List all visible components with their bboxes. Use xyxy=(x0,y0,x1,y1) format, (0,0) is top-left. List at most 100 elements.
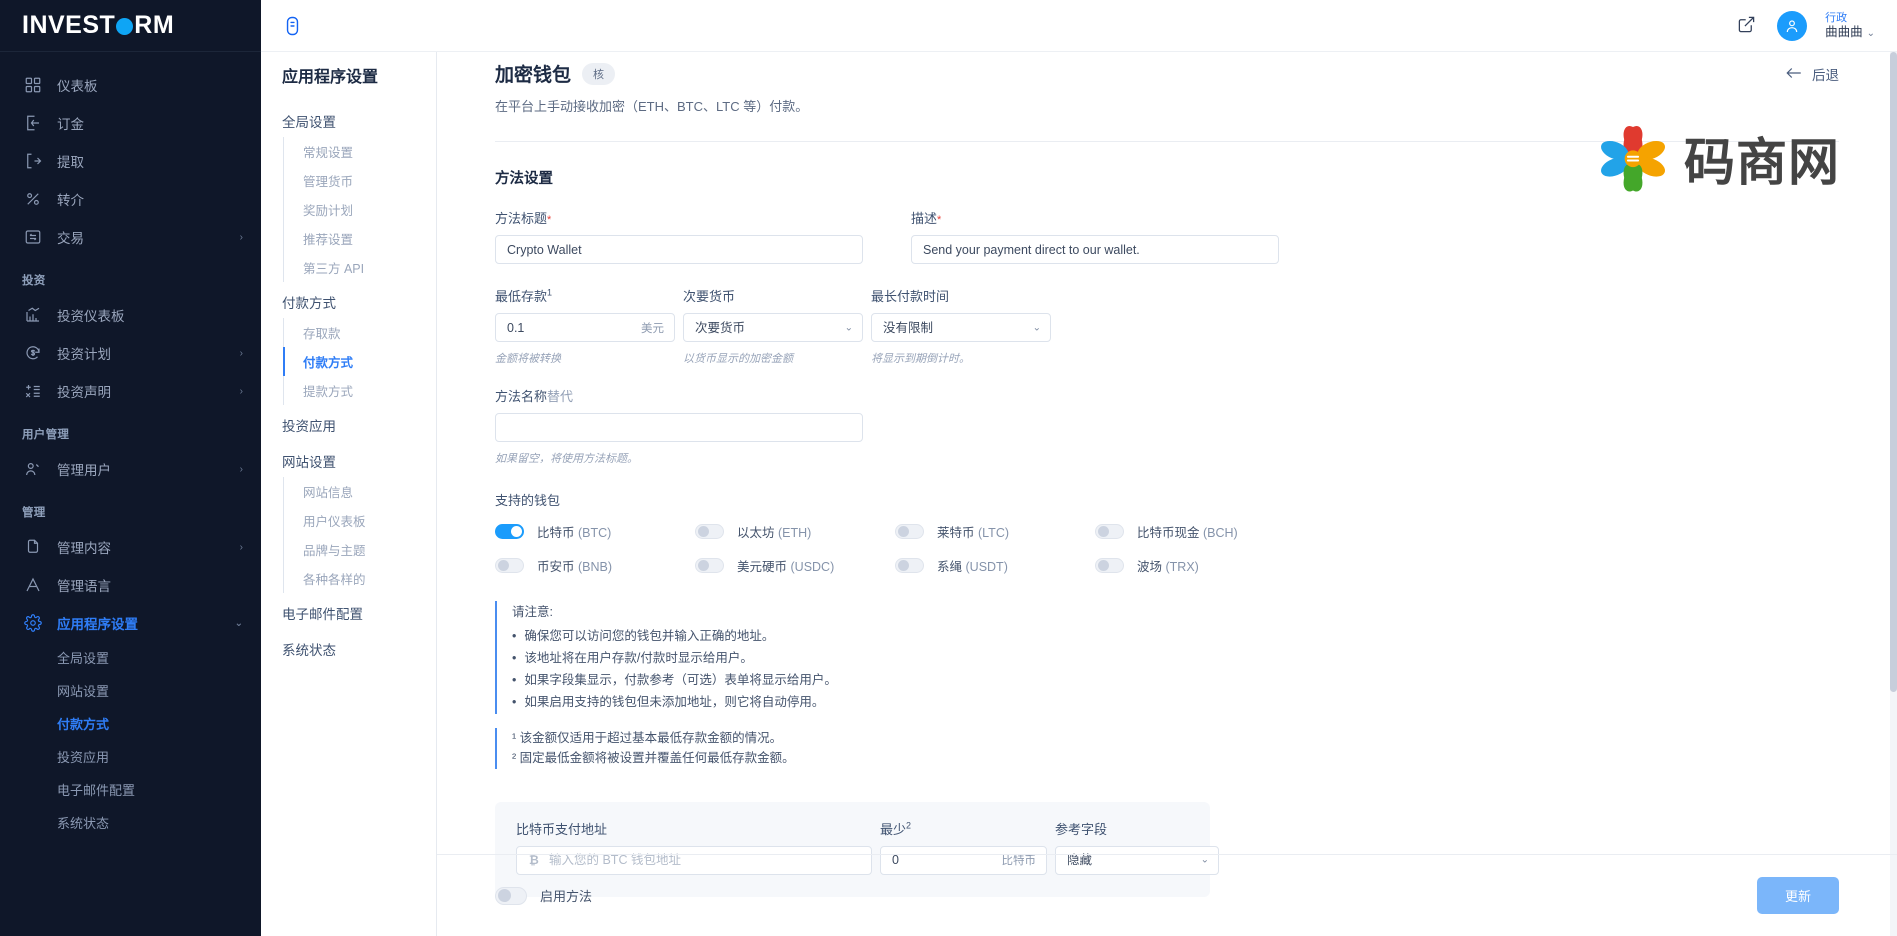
withdraw-icon xyxy=(22,150,44,172)
settings-link-misc[interactable]: 各种各样的 xyxy=(284,564,436,593)
wallet-toggle-ltc[interactable]: 莱特币 (LTC) xyxy=(895,522,1095,541)
sidebar-item-deposit[interactable]: 订金 xyxy=(0,104,261,142)
update-button[interactable]: 更新 xyxy=(1757,877,1839,914)
field-label: 最长付款时间 xyxy=(871,286,1051,305)
external-link-icon[interactable] xyxy=(1737,15,1759,37)
notice-list: 确保您可以访问您的钱包并输入正确的地址。 该地址将在用户存款/付款时显示给用户。… xyxy=(512,626,1839,714)
sidebar-item-app-settings[interactable]: 应用程序设置 ⌄ xyxy=(0,604,261,642)
sidebar-item-label: 应用程序设置 xyxy=(57,613,235,633)
sidebar-item-invest-plan[interactable]: 投资计划 › xyxy=(0,334,261,372)
settings-section-payment[interactable]: 付款方式 xyxy=(261,282,436,318)
settings-link-currencies[interactable]: 管理货币 xyxy=(284,166,436,195)
sidebar-subitem-site-settings[interactable]: 网站设置 xyxy=(0,675,261,708)
settings-link-payment-methods[interactable]: 付款方式 xyxy=(284,347,436,376)
settings-nav-panel: 应用程序设置 全局设置 常规设置 管理货币 奖励计划 推荐设置 第三方 API … xyxy=(261,0,437,936)
brand-text-after: RM xyxy=(134,11,174,40)
wallet-toggle-usdt[interactable]: 系绳 (USDT) xyxy=(895,556,1095,575)
toggle-knob xyxy=(898,560,909,571)
settings-link-deposit-withdraw[interactable]: 存取款 xyxy=(284,318,436,347)
sidebar-nav: 仪表板 订金 提取 转介 交易 › 投资 投资仪表 xyxy=(0,52,261,840)
settings-link-brand-theme[interactable]: 品牌与主题 xyxy=(284,535,436,564)
wallet-label: 比特币现金 (BCH) xyxy=(1137,522,1238,541)
required-marker: * xyxy=(937,214,941,226)
toggle-knob xyxy=(511,526,522,537)
settings-link-withdraw-methods[interactable]: 提款方式 xyxy=(284,376,436,405)
sidebar-item-invest-dashboard[interactable]: 投资仪表板 xyxy=(0,296,261,334)
toggle-knob xyxy=(1098,526,1109,537)
chevron-right-icon: › xyxy=(240,542,243,553)
toggle-switch[interactable] xyxy=(695,524,724,539)
settings-section-system-status[interactable]: 系统状态 xyxy=(261,629,436,665)
method-title-input[interactable] xyxy=(495,235,863,264)
sidebar-item-manage-users[interactable]: 管理用户 › xyxy=(0,450,261,488)
toggle-switch[interactable] xyxy=(495,887,527,905)
settings-sublist-global: 常规设置 管理货币 奖励计划 推荐设置 第三方 API xyxy=(283,137,436,282)
sidebar-group-manage: 管理 xyxy=(0,488,261,528)
settings-link-bonus-plan[interactable]: 奖励计划 xyxy=(284,195,436,224)
sidebar-subitem-payment-methods[interactable]: 付款方式 xyxy=(0,708,261,741)
back-button[interactable]: 后退 xyxy=(1785,60,1839,84)
wallet-toggle-eth[interactable]: 以太坊 (ETH) xyxy=(695,522,895,541)
wallet-toggle-btc[interactable]: 比特币 (BTC) xyxy=(495,522,695,541)
method-alt-name-input[interactable] xyxy=(495,413,863,442)
min-deposit-hint: 金额将被转换 xyxy=(495,350,675,366)
settings-section-global[interactable]: 全局设置 xyxy=(261,101,436,137)
avatar[interactable] xyxy=(1777,11,1807,41)
sidebar-item-exchange[interactable]: 交易 › xyxy=(0,218,261,256)
chevron-down-icon: ⌄ xyxy=(1867,28,1875,39)
settings-section-email-config[interactable]: 电子邮件配置 xyxy=(261,593,436,629)
description-input[interactable] xyxy=(911,235,1279,264)
form-row-1: 方法标题* 描述* xyxy=(495,208,1839,264)
enable-method-row[interactable]: 启用方法 xyxy=(495,886,592,905)
settings-link-general[interactable]: 常规设置 xyxy=(284,137,436,166)
max-pay-time-hint: 将显示到期倒计时。 xyxy=(871,350,1051,366)
panel-toggle-icon[interactable] xyxy=(279,13,305,39)
toggle-switch[interactable] xyxy=(695,558,724,573)
wallet-toggle-bnb[interactable]: 币安币 (BNB) xyxy=(495,556,695,575)
secondary-currency-select[interactable]: 次要货币 xyxy=(683,313,863,342)
toggle-switch[interactable] xyxy=(1095,558,1124,573)
toggle-switch[interactable] xyxy=(1095,524,1124,539)
scrollbar-thumb[interactable] xyxy=(1890,52,1897,692)
sidebar-subitem-system-status[interactable]: 系统状态 xyxy=(0,807,261,840)
settings-section-site[interactable]: 网站设置 xyxy=(261,441,436,477)
field-max-pay-time: 最长付款时间 没有限制 ⌄ 将显示到期倒计时。 xyxy=(871,286,1051,366)
toggle-knob xyxy=(498,560,509,571)
toggle-knob xyxy=(698,560,709,571)
chevron-down-icon: ⌄ xyxy=(235,618,243,629)
sidebar-subitem-invest-app[interactable]: 投资应用 xyxy=(0,741,261,774)
toggle-knob xyxy=(698,526,709,537)
wallet-label: 币安币 (BNB) xyxy=(537,556,612,575)
wallet-toggle-bch[interactable]: 比特币现金 (BCH) xyxy=(1095,522,1295,541)
min-deposit-input[interactable] xyxy=(495,313,675,342)
footnote-marker: 2 xyxy=(906,820,911,830)
max-pay-time-select[interactable]: 没有限制 xyxy=(871,313,1051,342)
sidebar-subitem-email-config[interactable]: 电子邮件配置 xyxy=(0,774,261,807)
toggle-switch[interactable] xyxy=(895,558,924,573)
wallet-toggle-usdc[interactable]: 美元硬币 (USDC) xyxy=(695,556,895,575)
settings-link-site-info[interactable]: 网站信息 xyxy=(284,477,436,506)
toggle-switch[interactable] xyxy=(495,524,524,539)
sidebar-item-invest-statement[interactable]: 投资声明 › xyxy=(0,372,261,410)
sidebar-item-manage-content[interactable]: 管理内容 › xyxy=(0,528,261,566)
sidebar-item-referral[interactable]: 转介 xyxy=(0,180,261,218)
toggle-switch[interactable] xyxy=(495,558,524,573)
settings-sublist-payment: 存取款 付款方式 提款方式 xyxy=(283,318,436,405)
supported-wallets-label: 支持的钱包 xyxy=(495,490,1839,509)
user-menu[interactable]: 行政 曲曲曲⌄ xyxy=(1825,12,1875,39)
brand-logo[interactable]: INVESTRM xyxy=(0,0,261,52)
settings-link-user-dashboard[interactable]: 用户仪表板 xyxy=(284,506,436,535)
sidebar-item-manage-language[interactable]: 管理语言 xyxy=(0,566,261,604)
settings-link-referral[interactable]: 推荐设置 xyxy=(284,224,436,253)
wallet-toggle-trx[interactable]: 波场 (TRX) xyxy=(1095,556,1295,575)
field-label-suffix: 替代 xyxy=(547,389,573,404)
settings-section-invest-app[interactable]: 投资应用 xyxy=(261,405,436,441)
chevron-right-icon: › xyxy=(240,386,243,397)
sidebar-subitem-global-settings[interactable]: 全局设置 xyxy=(0,642,261,675)
toggle-switch[interactable] xyxy=(895,524,924,539)
sidebar-item-withdraw[interactable]: 提取 xyxy=(0,142,261,180)
content-icon xyxy=(22,536,44,558)
settings-link-third-party-api[interactable]: 第三方 API xyxy=(284,253,436,282)
sidebar-item-dashboard[interactable]: 仪表板 xyxy=(0,66,261,104)
notice-item: 该地址将在用户存款/付款时显示给用户。 xyxy=(512,648,1839,670)
